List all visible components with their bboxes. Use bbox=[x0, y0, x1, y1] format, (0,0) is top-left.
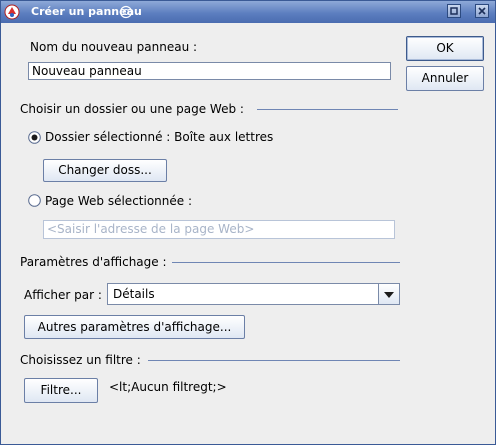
close-button[interactable] bbox=[475, 4, 489, 18]
web-page-radio-label[interactable]: Page Web sélectionnée : bbox=[45, 194, 192, 208]
app-logo-icon bbox=[4, 4, 20, 20]
dialog-content: Nom du nouveau panneau : Nouveau panneau… bbox=[3, 23, 493, 442]
panel-name-input[interactable]: Nouveau panneau bbox=[28, 62, 391, 80]
filter-button[interactable]: Filtre... bbox=[24, 378, 98, 403]
display-by-value: Détails bbox=[113, 287, 155, 301]
location-separator bbox=[257, 109, 398, 110]
display-by-select[interactable]: Détails bbox=[107, 283, 400, 305]
location-heading: Choisir un dossier ou une page Web : bbox=[20, 102, 244, 116]
more-display-settings-button[interactable]: Autres paramètres d'affichage... bbox=[24, 315, 245, 339]
change-folder-button[interactable]: Changer doss... bbox=[43, 159, 167, 182]
folder-radio-label[interactable]: Dossier sélectionné : Boîte aux lettres bbox=[45, 130, 273, 144]
cancel-button[interactable]: Annuler bbox=[406, 66, 484, 91]
web-page-radio[interactable] bbox=[28, 194, 41, 207]
ok-button[interactable]: OK bbox=[406, 36, 484, 61]
chevron-down-icon[interactable] bbox=[378, 284, 399, 304]
filter-value: <lt;Aucun filtregt;> bbox=[109, 380, 227, 394]
web-address-input[interactable]: <Saisir l'adresse de la page Web> bbox=[43, 220, 395, 239]
dialog-window: Créer un panneau Nom du nouveau panneau … bbox=[0, 0, 496, 445]
panel-name-label: Nom du nouveau panneau : bbox=[30, 40, 198, 54]
folder-radio[interactable] bbox=[28, 131, 41, 144]
title-bar[interactable]: Créer un panneau bbox=[1, 1, 495, 23]
display-heading: Paramètres d'affichage : bbox=[20, 255, 167, 269]
display-separator bbox=[172, 262, 400, 263]
minimize-button[interactable] bbox=[447, 4, 461, 18]
title-swirl-icon bbox=[119, 5, 133, 19]
display-by-label: Afficher par : bbox=[24, 288, 102, 302]
filter-separator bbox=[148, 360, 400, 361]
filter-heading: Choisissez un filtre : bbox=[20, 353, 141, 367]
